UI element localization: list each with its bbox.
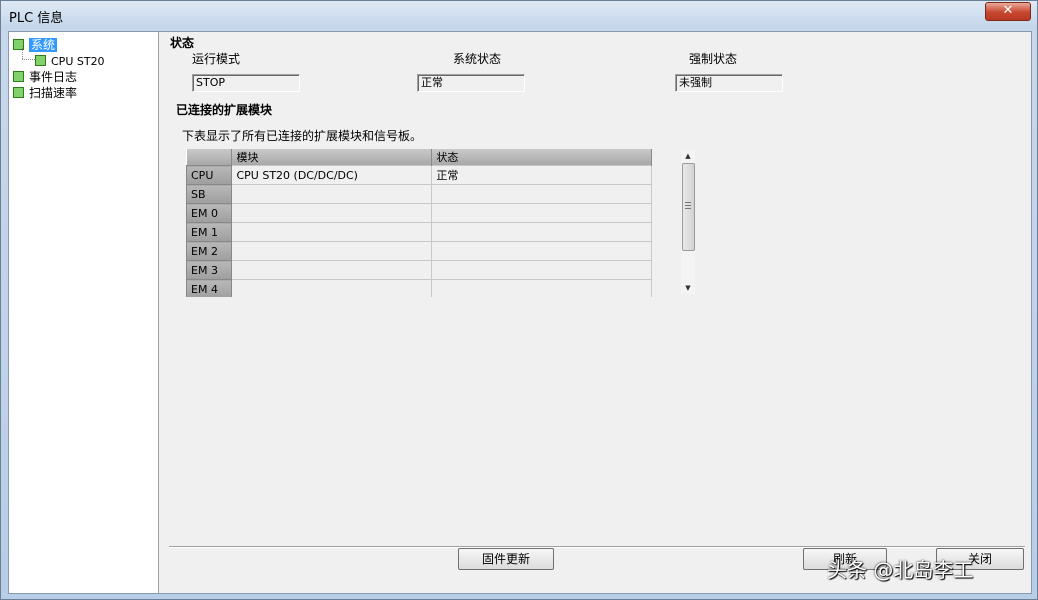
force-status-field: 未强制	[675, 74, 783, 92]
plc-info-window: PLC 信息 ✕ 系统 CPU ST20 事件日志 扫描速率 状态 运行模式 S…	[0, 0, 1038, 600]
tree-connector	[22, 59, 35, 60]
window-title: PLC 信息	[9, 11, 64, 26]
table-row[interactable]: EM 1	[186, 222, 652, 242]
modules-heading: 已连接的扩展模块	[176, 103, 273, 117]
module-cell	[231, 203, 433, 223]
grip-line	[685, 208, 691, 209]
module-cell	[231, 279, 433, 297]
grip-line	[685, 205, 691, 206]
table-row[interactable]: EM 2	[186, 241, 652, 261]
module-cell: CPU ST20 (DC/DC/DC)	[231, 165, 433, 185]
slot-cell: EM 2	[186, 241, 233, 261]
tree-item-label: 扫描速率	[29, 86, 78, 100]
slot-cell: CPU	[186, 165, 233, 185]
tree-item-label: 事件日志	[29, 70, 78, 84]
status-heading: 状态	[170, 36, 195, 50]
grip-line	[685, 202, 691, 203]
title-bar[interactable]: PLC 信息 ✕	[1, 1, 1037, 29]
run-mode-field: STOP	[192, 74, 300, 92]
close-window-button[interactable]: ✕	[985, 2, 1031, 21]
table-header-row: 模块 状态	[186, 149, 652, 166]
slot-cell: SB	[186, 184, 233, 204]
tree-item-scan-rate[interactable]: 扫描速率	[13, 85, 77, 101]
green-square-icon	[13, 71, 24, 82]
navigation-tree: 系统 CPU ST20 事件日志 扫描速率	[9, 32, 159, 593]
green-square-icon	[13, 87, 24, 98]
status-cell	[431, 203, 652, 223]
module-cell	[231, 260, 433, 280]
tree-connector	[22, 46, 23, 59]
green-square-icon	[35, 55, 46, 66]
force-status-label: 强制状态	[689, 52, 738, 66]
system-status-label: 系统状态	[453, 52, 502, 66]
column-header-status: 状态	[431, 149, 652, 166]
slot-cell: EM 3	[186, 260, 233, 280]
status-cell	[431, 241, 652, 261]
slot-cell: EM 4	[186, 279, 233, 297]
watermark-text: 头条 @北岛李工	[827, 558, 974, 582]
table-row[interactable]: SB	[186, 184, 652, 204]
close-icon: ✕	[1002, 3, 1014, 18]
column-header-module: 模块	[231, 149, 433, 166]
status-cell	[431, 184, 652, 204]
tree-item-cpu[interactable]: CPU ST20	[35, 53, 105, 69]
modules-description: 下表显示了所有已连接的扩展模块和信号板。	[182, 129, 423, 143]
bottom-separator	[169, 546, 1025, 548]
status-cell	[431, 260, 652, 280]
tree-item-event-log[interactable]: 事件日志	[13, 69, 77, 85]
firmware-update-button[interactable]: 固件更新	[458, 548, 554, 570]
tree-item-system[interactable]: 系统	[13, 37, 58, 53]
dialog-client-area: 系统 CPU ST20 事件日志 扫描速率 状态 运行模式 STOP 系统状态 …	[8, 31, 1032, 594]
table-row[interactable]: EM 3	[186, 260, 652, 280]
scroll-down-icon[interactable]: ▼	[681, 282, 695, 294]
scroll-up-icon[interactable]: ▲	[681, 150, 695, 162]
module-cell	[231, 184, 433, 204]
column-header	[186, 149, 233, 166]
run-mode-label: 运行模式	[192, 52, 241, 66]
table-row[interactable]: EM 4	[186, 279, 652, 297]
module-cell	[231, 222, 433, 242]
table-row[interactable]: EM 0	[186, 203, 652, 223]
status-cell: 正常	[431, 165, 652, 185]
status-cell	[431, 279, 652, 297]
slot-cell: EM 0	[186, 203, 233, 223]
modules-scrollbar[interactable]: ▲ ▼	[681, 150, 695, 294]
system-status-field: 正常	[417, 74, 525, 92]
scroll-thumb[interactable]	[682, 163, 695, 251]
tree-item-label: CPU ST20	[51, 55, 105, 68]
module-cell	[231, 241, 433, 261]
modules-table: 模块 状态 CPU CPU ST20 (DC/DC/DC) 正常 SB EM 0…	[186, 149, 652, 297]
tree-item-label: 系统	[29, 38, 58, 52]
table-row[interactable]: CPU CPU ST20 (DC/DC/DC) 正常	[186, 165, 652, 185]
slot-cell: EM 1	[186, 222, 233, 242]
status-cell	[431, 222, 652, 242]
